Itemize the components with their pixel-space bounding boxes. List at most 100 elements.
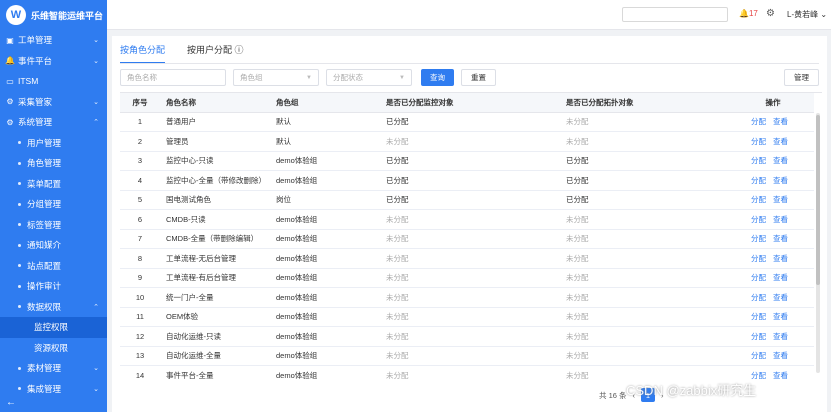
table-row: 5 国电测试角色 岗位 已分配 已分配 分配 查看 <box>120 190 814 210</box>
sidebar-subsubitem-0[interactable]: 监控权限 <box>0 317 107 338</box>
sidebar-item-label: 系统管理 <box>18 117 53 128</box>
cell-role-group: demo体验组 <box>270 287 380 308</box>
view-link[interactable]: 查看 <box>773 273 788 282</box>
notification-button[interactable]: 🔔17 <box>739 9 758 18</box>
assign-link[interactable]: 分配 <box>751 273 766 282</box>
cell-role-group: demo体验组 <box>270 326 380 347</box>
cell-monitor-status: 未分配 <box>380 326 560 347</box>
view-link[interactable]: 查看 <box>773 234 788 243</box>
role-name-placeholder: 角色名称 <box>127 73 157 82</box>
sidebar-subitem-3[interactable]: 分组管理 <box>0 194 107 215</box>
assign-link[interactable]: 分配 <box>751 293 766 302</box>
assign-link[interactable]: 分配 <box>751 117 766 126</box>
manage-button[interactable]: 管理 <box>784 69 819 86</box>
sidebar-item-data-permission[interactable]: 数据权限 ⌃ <box>0 297 107 318</box>
assign-link[interactable]: 分配 <box>751 234 766 243</box>
assign-link[interactable]: 分配 <box>751 351 766 360</box>
cell-role-group: demo体验组 <box>270 209 380 230</box>
global-search-input[interactable] <box>622 7 728 22</box>
sidebar-subitem-7[interactable]: 操作审计 <box>0 276 107 297</box>
sidebar-subitem-label: 分组管理 <box>27 199 62 210</box>
sidebar-subitem-4[interactable]: 标签管理 <box>0 215 107 236</box>
status-select[interactable]: 分配状态 ▼ <box>326 69 412 86</box>
view-link[interactable]: 查看 <box>773 351 788 360</box>
sidebar-subitem-5[interactable]: 通知媒介 <box>0 235 107 256</box>
view-link[interactable]: 查看 <box>773 137 788 146</box>
view-link[interactable]: 查看 <box>773 215 788 224</box>
sidebar-item-4[interactable]: ⚙ 系统管理 ⌃ <box>0 112 107 133</box>
assign-link[interactable]: 分配 <box>751 195 766 204</box>
assign-link[interactable]: 分配 <box>751 176 766 185</box>
cell-actions: 分配 查看 <box>732 268 814 288</box>
assign-link[interactable]: 分配 <box>751 215 766 224</box>
cell-role-group: demo体验组 <box>270 365 380 382</box>
reset-button[interactable]: 重置 <box>461 69 496 86</box>
sidebar-item-2[interactable]: ▭ ITSM <box>0 71 107 92</box>
bullet-icon <box>18 223 21 227</box>
sidebar-subitem-after-1[interactable]: 集成管理 ⌄ <box>0 379 107 400</box>
view-link[interactable]: 查看 <box>773 117 788 126</box>
view-link[interactable]: 查看 <box>773 332 788 341</box>
bullet-icon <box>18 305 21 309</box>
view-link[interactable]: 查看 <box>773 176 788 185</box>
sidebar-subitem-2[interactable]: 菜单配置 <box>0 174 107 195</box>
assign-link[interactable]: 分配 <box>751 137 766 146</box>
cell-role-name: CMDB-只读 <box>160 209 270 230</box>
view-link[interactable]: 查看 <box>773 312 788 321</box>
col-header-monitor-assigned: 是否已分配监控对象 <box>380 93 560 113</box>
cell-role-group: 默认 <box>270 131 380 152</box>
cell-actions: 分配 查看 <box>732 326 814 347</box>
sidebar-subitem-label: 角色管理 <box>27 158 62 169</box>
assign-link[interactable]: 分配 <box>751 312 766 321</box>
sidebar-subsubitem-1[interactable]: 资源权限 <box>0 338 107 359</box>
cell-monitor-status: 未分配 <box>380 287 560 308</box>
sidebar-subitem-after-0[interactable]: 素材管理 ⌄ <box>0 358 107 379</box>
sidebar-subitem-0[interactable]: 用户管理 <box>0 133 107 154</box>
assign-link[interactable]: 分配 <box>751 371 766 380</box>
role-group-select[interactable]: 角色组 ▼ <box>233 69 319 86</box>
sidebar-subitem-label: 标签管理 <box>27 219 62 230</box>
sidebar-subitem-1[interactable]: 角色管理 <box>0 153 107 174</box>
collapse-sidebar-icon[interactable]: ← <box>6 397 16 408</box>
sidebar-item-label: 采集管家 <box>18 96 53 107</box>
cell-topology-status: 未分配 <box>560 131 732 152</box>
sidebar-subitem-6[interactable]: 站点配置 <box>0 256 107 277</box>
status-placeholder: 分配状态 <box>333 73 363 82</box>
assign-link[interactable]: 分配 <box>751 332 766 341</box>
cell-index: 6 <box>120 209 160 230</box>
assign-link[interactable]: 分配 <box>751 254 766 263</box>
cell-actions: 分配 查看 <box>732 248 814 269</box>
table-scrollbar-thumb[interactable] <box>816 115 820 285</box>
sidebar-item-3[interactable]: ⚙ 采集管家 ⌄ <box>0 92 107 113</box>
sidebar-item-0[interactable]: ▣ 工单管理 ⌄ <box>0 30 107 51</box>
view-link[interactable]: 查看 <box>773 195 788 204</box>
tab-by-user[interactable]: 按用户分配 ⓘ <box>187 43 244 64</box>
cell-monitor-status: 已分配 <box>380 112 560 132</box>
view-link[interactable]: 查看 <box>773 371 788 380</box>
cell-topology-status: 未分配 <box>560 229 732 249</box>
view-link[interactable]: 查看 <box>773 156 788 165</box>
query-button[interactable]: 查询 <box>421 69 454 86</box>
table-header-row: 序号 角色名称 角色组 是否已分配监控对象 是否已分配拓扑对象 操作 <box>120 93 814 113</box>
cell-topology-status: 未分配 <box>560 209 732 230</box>
user-menu[interactable]: L-黄若峰 ⌄ <box>787 9 827 20</box>
cell-index: 1 <box>120 112 160 132</box>
sidebar-item-label: ITSM <box>18 76 39 87</box>
col-header-index: 序号 <box>120 93 160 113</box>
cell-monitor-status: 已分配 <box>380 190 560 210</box>
chevron-icon: ⌄ <box>93 57 99 65</box>
assign-link[interactable]: 分配 <box>751 156 766 165</box>
watermark: CSDN @zabbix研究生 <box>626 383 757 398</box>
bullet-icon <box>18 202 21 206</box>
cell-actions: 分配 查看 <box>732 151 814 171</box>
cell-role-group: demo体验组 <box>270 248 380 269</box>
cell-index: 11 <box>120 307 160 327</box>
cell-role-name: 监控中心-只读 <box>160 151 270 171</box>
view-link[interactable]: 查看 <box>773 254 788 263</box>
tab-by-role[interactable]: 按角色分配 <box>120 43 166 64</box>
view-link[interactable]: 查看 <box>773 293 788 302</box>
cell-role-group: 默认 <box>270 112 380 132</box>
sidebar-item-1[interactable]: 🔔 事件平台 ⌄ <box>0 51 107 72</box>
role-name-input[interactable]: 角色名称 <box>120 69 226 86</box>
settings-gear-icon[interactable]: ⚙ <box>766 8 775 19</box>
